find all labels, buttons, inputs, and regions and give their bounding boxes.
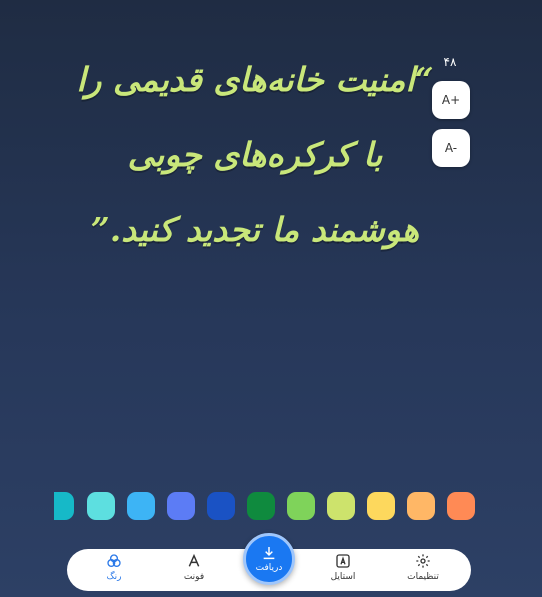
style-icon [336,554,350,568]
font-size-value: ۴۸ [443,55,457,69]
color-swatch[interactable] [447,492,475,520]
download-icon [263,547,275,560]
nav-settings-label: تنظیمات [407,572,439,582]
nav-style-label: استایل [330,572,356,582]
decrease-font-button[interactable]: A- [432,129,470,167]
color-palette [0,492,542,520]
color-swatch[interactable] [407,492,435,520]
increase-font-label: A+ [441,93,461,107]
nav-font-label: فونت [183,572,205,582]
color-circles-icon [107,554,121,567]
increase-font-button[interactable]: A+ [432,81,470,119]
nav-font[interactable]: فونت [164,553,224,589]
nav-color[interactable]: رنگ [84,553,144,589]
nav-style[interactable]: استایل [313,553,373,589]
color-swatch[interactable] [54,492,74,520]
nav-color-label: رنگ [106,572,122,582]
gear-icon [416,554,430,568]
color-swatch[interactable] [87,492,115,520]
font-icon [188,553,200,567]
decrease-font-label: A- [444,141,458,155]
quote-text: “امنیت خانه‌های قدیمی را با کرکره‌های چو… [76,60,434,249]
color-swatch[interactable] [247,492,275,520]
nav-settings[interactable]: تنظیمات [393,553,453,589]
color-swatch[interactable] [327,492,355,520]
color-swatch[interactable] [167,492,195,520]
color-swatch[interactable] [367,492,395,520]
color-swatch[interactable] [287,492,315,520]
download-button[interactable]: دریافت [243,533,295,585]
color-swatch[interactable] [127,492,155,520]
color-swatch[interactable] [207,492,235,520]
download-label: دریافت [255,563,283,573]
